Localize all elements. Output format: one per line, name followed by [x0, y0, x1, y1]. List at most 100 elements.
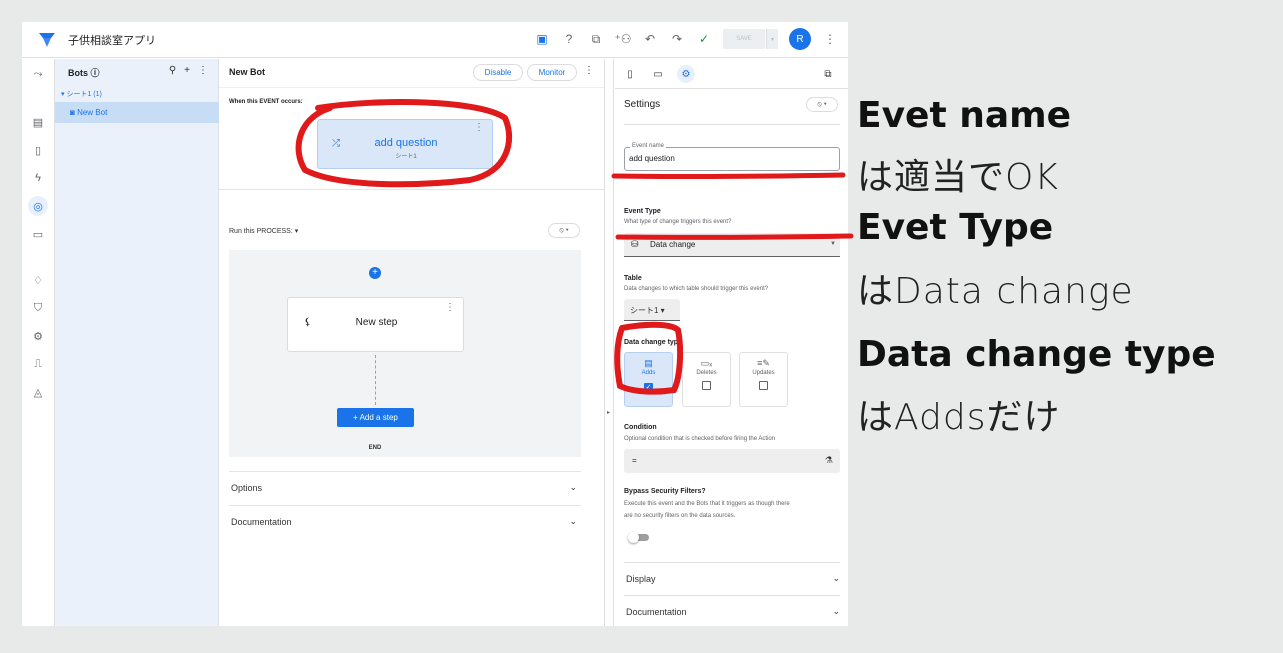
event-name-field[interactable]: Event name: [624, 143, 840, 171]
app-title: 子供相談室アプリ: [68, 35, 156, 47]
table-desc: Data changes to which table should trigg…: [624, 286, 769, 292]
change-type-label: Deletes: [696, 370, 717, 376]
documentation-label: Documentation: [231, 517, 292, 527]
event-name-label: Event name: [630, 143, 667, 149]
search-icon[interactable]: ⚲: [169, 65, 176, 76]
checkbox-checked-icon[interactable]: ✓: [644, 383, 653, 392]
edit-row-icon: ≡✎: [757, 358, 770, 368]
visibility-off-icon[interactable]: ⦸ ▾: [806, 97, 838, 112]
checkbox-icon[interactable]: [759, 381, 768, 390]
note-data-change-type-heading: Data change type: [857, 334, 1216, 375]
actions-icon[interactable]: ϟ: [30, 170, 46, 186]
redo-icon[interactable]: ↷: [669, 31, 685, 47]
more-vert-icon[interactable]: ⋮: [445, 302, 455, 313]
help-icon[interactable]: ?: [561, 31, 577, 47]
flask-icon[interactable]: ⚗: [825, 455, 833, 466]
condition-input[interactable]: = ⚗: [624, 449, 840, 473]
note-event-name-text: は適当でOK: [857, 157, 1059, 198]
flow-icon[interactable]: ⤳: [30, 66, 46, 82]
bot-icon: ◙: [70, 108, 78, 117]
run-process-label[interactable]: Run this PROCESS: ▾: [229, 227, 298, 235]
event-type-value: Data change: [650, 240, 696, 249]
top-bar: 子供相談室アプリ ▣ ? ⧉ ⁺⚇ ↶ ↷ ✓ SAVE ▾ R ⋮: [22, 22, 848, 58]
delete-row-icon: ▭ₓ: [700, 358, 713, 368]
event-name-input[interactable]: [629, 154, 829, 163]
bots-panel-title: Bots ⓘ: [68, 68, 100, 78]
bypass-toggle[interactable]: [628, 532, 650, 543]
settings-gear-icon[interactable]: ⚙: [30, 328, 46, 344]
monitor-icon[interactable]: ⎍: [30, 356, 46, 372]
process-canvas: + ⚸ New step ⋮ + Add a step END: [229, 250, 581, 457]
step-name: New step: [355, 317, 398, 328]
display-accordion[interactable]: Display ⌄: [624, 562, 840, 596]
open-external-icon[interactable]: ⧉: [819, 65, 837, 83]
bots-panel-actions: ⚲ + ⋮: [169, 65, 208, 76]
share-user-icon[interactable]: ⁺⚇: [614, 31, 631, 47]
tab-mobile-icon[interactable]: ▯: [621, 65, 639, 83]
add-icon[interactable]: +: [184, 65, 190, 76]
add-circle-icon[interactable]: +: [369, 267, 381, 279]
tab-settings-gear-icon[interactable]: ⚙: [677, 65, 695, 83]
add-step-button[interactable]: + Add a step: [337, 408, 414, 427]
add-row-icon: ▤: [644, 358, 653, 368]
bypass-desc-line1: Execute this event and the Bots that it …: [624, 501, 790, 507]
undo-icon[interactable]: ↶: [642, 31, 658, 47]
tab-tablet-icon[interactable]: ▭: [649, 65, 667, 83]
settings-documentation-accordion[interactable]: Documentation ⌄: [624, 595, 840, 626]
note-event-name-heading: Evet name: [857, 95, 1072, 136]
when-event-label: When this EVENT occurs:: [229, 99, 303, 105]
event-type-label: Event Type: [624, 208, 661, 215]
more-vert-icon[interactable]: ⋮: [198, 65, 208, 76]
lightbulb-icon[interactable]: ♢: [30, 272, 46, 288]
visibility-off-icon[interactable]: ⦸ ▾: [548, 223, 580, 238]
more-vert-icon[interactable]: ⋮: [584, 65, 594, 76]
disable-button[interactable]: Disable: [473, 64, 523, 81]
settings-panel: ▯ ▭ ⚙ ⧉ Settings ⦸ ▾ Event name Event Ty…: [615, 59, 848, 626]
chat-icon[interactable]: ▭: [30, 226, 46, 242]
note-data-change-type-text: はAddsだけ: [857, 397, 1061, 438]
event-type-select[interactable]: ⛁ Data change ▼: [624, 233, 840, 257]
app-view-icon[interactable]: ▯: [30, 142, 46, 158]
documentation-accordion[interactable]: Documentation ⌄: [229, 505, 581, 538]
event-card[interactable]: ⤮ add question シート1 ⋮: [317, 119, 493, 169]
step-card[interactable]: ⚸ New step ⋮: [287, 297, 464, 352]
save-menu-caret-icon[interactable]: ▾: [766, 29, 778, 49]
more-vert-icon[interactable]: ⋮: [822, 31, 838, 47]
change-type-deletes[interactable]: ▭ₓ Deletes: [682, 352, 731, 407]
save-button[interactable]: SAVE: [723, 29, 765, 49]
bot-list-item-new-bot[interactable]: ◙ New Bot: [55, 102, 219, 123]
bot-group-sheet1[interactable]: ▾ シート1 (1): [61, 89, 102, 99]
condition-desc: Optional condition that is checked befor…: [624, 436, 776, 442]
change-type-updates[interactable]: ≡✎ Updates: [739, 352, 788, 407]
chevron-right-icon: ▸: [607, 410, 611, 416]
run-process-text: Run this PROCESS:: [229, 228, 293, 235]
event-card-table: シート1: [395, 154, 417, 160]
app-window: 子供相談室アプリ ▣ ? ⧉ ⁺⚇ ↶ ↷ ✓ SAVE ▾ R ⋮ ⤳ ▤ ▯…: [22, 22, 848, 626]
check-icon[interactable]: ✓: [696, 31, 712, 47]
preview-icon[interactable]: ▣: [534, 31, 550, 47]
options-label: Options: [231, 483, 263, 493]
monitor-button[interactable]: Monitor: [527, 64, 577, 81]
panel-collapse-handle[interactable]: ▸: [604, 59, 614, 626]
dropdown-caret-icon: ▼: [830, 241, 836, 247]
automation-bot-icon[interactable]: ◎: [28, 196, 48, 216]
divider: [219, 87, 604, 88]
checkbox-icon[interactable]: [702, 381, 711, 390]
bypass-desc-line2: are no security filters on the data sour…: [624, 513, 736, 519]
avatar[interactable]: R: [789, 28, 811, 50]
data-icon[interactable]: ▤: [30, 114, 46, 130]
options-accordion[interactable]: Options ⌄: [229, 471, 581, 504]
data-change-type-label: Data change type: [624, 339, 682, 346]
more-vert-icon[interactable]: ⋮: [474, 122, 484, 133]
bot-title: New Bot: [229, 67, 265, 77]
end-label: END: [368, 445, 382, 451]
table-select[interactable]: シート1 ▾: [624, 299, 680, 321]
learn-icon[interactable]: ◬: [30, 384, 46, 400]
change-type-label: Adds: [641, 370, 656, 376]
bots-panel: Bots ⓘ ⚲ + ⋮ ▾ シート1 (1) ◙ New Bot: [55, 59, 219, 626]
chevron-down-icon: ⌄: [832, 573, 840, 583]
note-event-type-heading: Evet Type: [857, 207, 1054, 248]
copy-icon[interactable]: ⧉: [588, 31, 604, 47]
change-type-adds[interactable]: ▤ Adds ✓: [624, 352, 673, 407]
security-shield-icon[interactable]: ⛉: [30, 300, 46, 316]
